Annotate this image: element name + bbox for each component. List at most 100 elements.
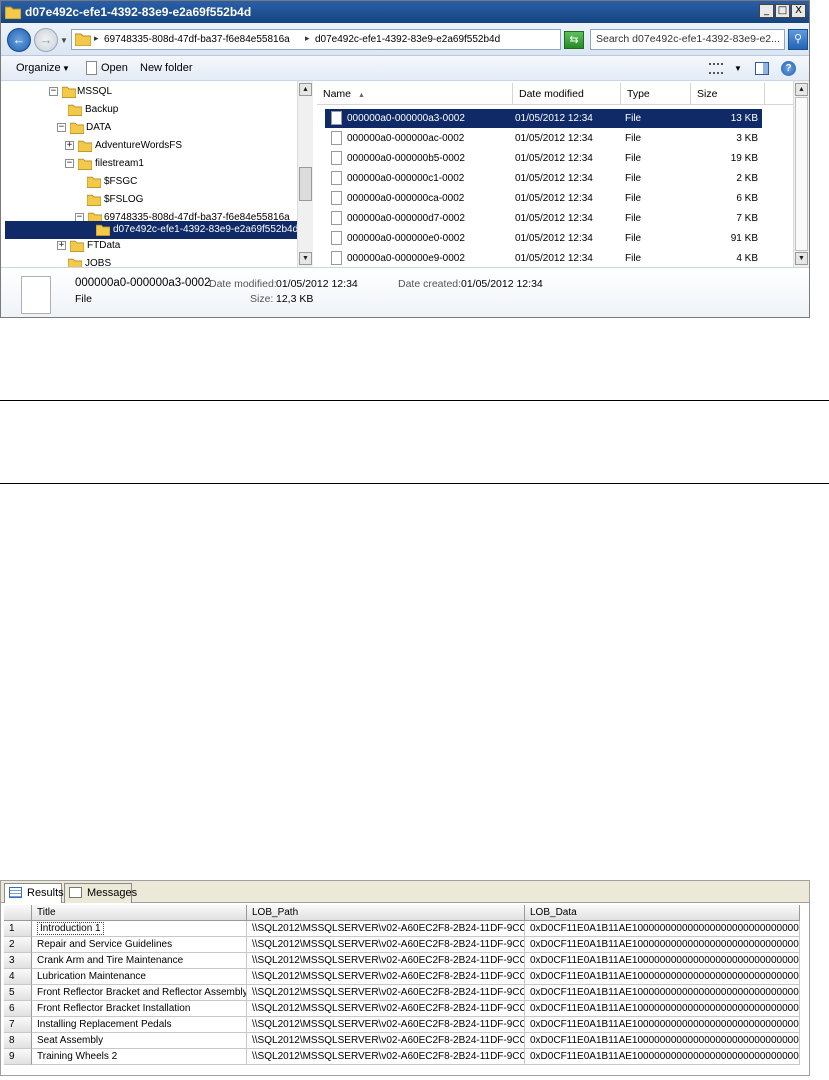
file-row[interactable]: 000000a0-000000ca-0002 01/05/2012 12:34 … (325, 189, 762, 208)
tree-node-fslog[interactable]: $FSLOG (87, 191, 294, 209)
refresh-button[interactable]: ⇆ (564, 31, 584, 49)
tree-node-data[interactable]: − DATA (57, 119, 294, 137)
cell-title[interactable]: Front Reflector Bracket and Reflector As… (32, 985, 247, 1001)
cell-lob-data[interactable]: 0xD0CF11E0A1B11AE10000000000000000000000… (525, 953, 800, 969)
table-row[interactable]: 6 Front Reflector Bracket Installation \… (4, 1001, 800, 1017)
preview-pane-icon[interactable] (755, 62, 769, 75)
cell-lob-data[interactable]: 0xD0CF11E0A1B11AE10000000000000000000000… (525, 1001, 800, 1017)
search-icon[interactable]: ⚲ (788, 29, 808, 50)
row-number[interactable]: 8 (4, 1033, 32, 1049)
row-number[interactable]: 7 (4, 1017, 32, 1033)
column-header-lob-path[interactable]: LOB_Path (247, 905, 525, 921)
cell-lob-path[interactable]: \\SQL2012\MSSQLSERVER\v02-A60EC2F8-2B24-… (247, 953, 525, 969)
address-breadcrumb[interactable]: ▸ 69748335-808d-47df-ba37-f6e84e55816a ▸… (71, 29, 626, 50)
collapse-icon[interactable]: − (65, 159, 74, 168)
file-row[interactable]: 000000a0-000000c1-0002 01/05/2012 12:34 … (325, 169, 762, 188)
column-header-type[interactable]: Type (621, 83, 691, 105)
table-row[interactable]: 1 Introduction 1 \\SQL2012\MSSQLSERVER\v… (4, 921, 800, 937)
cell-lob-path[interactable]: \\SQL2012\MSSQLSERVER\v02-A60EC2F8-2B24-… (247, 1001, 525, 1017)
file-row[interactable]: 000000a0-000000ac-0002 01/05/2012 12:34 … (325, 129, 762, 148)
cell-lob-data[interactable]: 0xD0CF11E0A1B11AE10000000000000000000000… (525, 1049, 800, 1065)
row-number[interactable]: 5 (4, 985, 32, 1001)
breadcrumb-separator-icon[interactable]: ▸ (305, 33, 310, 44)
new-folder-button[interactable]: New folder (140, 62, 193, 74)
cell-title[interactable]: Introduction 1 (32, 921, 247, 937)
expand-icon[interactable]: + (57, 241, 66, 250)
file-row[interactable]: 000000a0-000000e9-0002 01/05/2012 12:34 … (325, 249, 762, 267)
breadcrumb-item[interactable]: d07e492c-efe1-4392-83e9-e2a69f552b4d (315, 34, 500, 45)
scroll-up-icon[interactable]: ▲ (795, 83, 808, 96)
scroll-down-icon[interactable]: ▼ (795, 252, 808, 265)
row-number[interactable]: 1 (4, 921, 32, 937)
scrollbar-thumb[interactable] (795, 97, 808, 251)
cell-lob-data[interactable]: 0xD0CF11E0A1B11AE10000000000000000000000… (525, 985, 800, 1001)
column-header-date[interactable]: Date modified (513, 83, 621, 105)
tab-messages[interactable]: Messages (64, 883, 137, 903)
table-row[interactable]: 5 Front Reflector Bracket and Reflector … (4, 985, 800, 1001)
column-header-lob-data[interactable]: LOB_Data (525, 905, 800, 921)
forward-button[interactable]: → (34, 28, 58, 52)
scrollbar-thumb[interactable] (299, 167, 312, 201)
row-number[interactable]: 9 (4, 1049, 32, 1065)
cell-lob-data[interactable]: 0xD0CF11E0A1B11AE10000000000000000000000… (525, 1033, 800, 1049)
cell-lob-path[interactable]: \\SQL2012\MSSQLSERVER\v02-A60EC2F8-2B24-… (247, 1017, 525, 1033)
file-row[interactable]: 000000a0-000000e0-0002 01/05/2012 12:34 … (325, 229, 762, 248)
cell-title[interactable]: Crank Arm and Tire Maintenance (32, 953, 247, 969)
table-row[interactable]: 8 Seat Assembly \\SQL2012\MSSQLSERVER\v0… (4, 1033, 800, 1049)
file-row[interactable]: 000000a0-000000b5-0002 01/05/2012 12:34 … (325, 149, 762, 168)
breadcrumb-item[interactable]: 69748335-808d-47df-ba37-f6e84e55816a (104, 34, 290, 45)
collapse-icon[interactable]: − (57, 123, 66, 132)
cell-lob-path[interactable]: \\SQL2012\MSSQLSERVER\v02-A60EC2F8-2B24-… (247, 1049, 525, 1065)
maximize-button[interactable]: □ (775, 4, 790, 18)
search-input[interactable]: Search d07e492c-efe1-4392-83e9-e2... (590, 29, 785, 50)
column-header-title[interactable]: Title (32, 905, 247, 921)
cell-lob-path[interactable]: \\SQL2012\MSSQLSERVER\v02-A60EC2F8-2B24-… (247, 985, 525, 1001)
collapse-icon[interactable]: − (49, 87, 58, 96)
table-row[interactable]: 9 Training Wheels 2 \\SQL2012\MSSQLSERVE… (4, 1049, 800, 1065)
cell-lob-path[interactable]: \\SQL2012\MSSQLSERVER\v02-A60EC2F8-2B24-… (247, 969, 525, 985)
back-button[interactable]: ← (7, 28, 31, 52)
change-view-icon[interactable] (709, 63, 723, 74)
row-number[interactable]: 4 (4, 969, 32, 985)
grid-corner[interactable] (4, 905, 32, 921)
tree-node-ftdata[interactable]: + FTData (57, 237, 294, 255)
chevron-down-icon[interactable]: ▼ (734, 64, 742, 73)
column-header-size[interactable]: Size (691, 83, 765, 105)
close-button[interactable]: X (791, 4, 806, 18)
organize-button[interactable]: Organize (16, 62, 61, 74)
file-row[interactable]: 000000a0-000000d7-0002 01/05/2012 12:34 … (325, 209, 762, 228)
scroll-down-icon[interactable]: ▼ (299, 252, 312, 265)
minimize-button[interactable]: _ (759, 4, 774, 18)
cell-lob-data[interactable]: 0xD0CF11E0A1B11AE10000000000000000000000… (525, 1017, 800, 1033)
tree-node-jobs[interactable]: JOBS (68, 255, 294, 267)
table-row[interactable]: 2 Repair and Service Guidelines \\SQL201… (4, 937, 800, 953)
breadcrumb-separator-icon[interactable]: ▸ (94, 33, 99, 44)
cell-title[interactable]: Installing Replacement Pedals (32, 1017, 247, 1033)
tree-node-backup[interactable]: Backup (68, 101, 294, 119)
file-list-scrollbar[interactable]: ▲ ▼ (793, 81, 809, 267)
scroll-up-icon[interactable]: ▲ (299, 83, 312, 96)
row-number[interactable]: 3 (4, 953, 32, 969)
cell-lob-path[interactable]: \\SQL2012\MSSQLSERVER\v02-A60EC2F8-2B24-… (247, 937, 525, 953)
row-number[interactable]: 6 (4, 1001, 32, 1017)
row-number[interactable]: 2 (4, 937, 32, 953)
cell-lob-data[interactable]: 0xD0CF11E0A1B11AE10000000000000000000000… (525, 921, 800, 937)
cell-lob-path[interactable]: \\SQL2012\MSSQLSERVER\v02-A60EC2F8-2B24-… (247, 921, 525, 937)
cell-title[interactable]: Seat Assembly (32, 1033, 247, 1049)
chevron-down-icon[interactable]: ▼ (62, 64, 70, 73)
column-header-name[interactable]: Name ▲ (317, 83, 513, 105)
cell-title[interactable]: Front Reflector Bracket Installation (32, 1001, 247, 1017)
expand-icon[interactable]: + (65, 141, 74, 150)
title-bar[interactable]: d07e492c-efe1-4392-83e9-e2a69f552b4d _ □… (1, 1, 809, 23)
tree-node-mssql[interactable]: − MSSQL (49, 83, 294, 101)
file-row[interactable]: 000000a0-000000a3-0002 01/05/2012 12:34 … (325, 109, 762, 128)
recent-pages-dropdown-icon[interactable]: ▼ (60, 36, 68, 45)
nav-scrollbar[interactable]: ▲ ▼ (297, 81, 313, 267)
tab-results[interactable]: Results (4, 883, 64, 903)
tree-node-fsgc[interactable]: $FSGC (87, 173, 294, 191)
table-row[interactable]: 3 Crank Arm and Tire Maintenance \\SQL20… (4, 953, 800, 969)
table-row[interactable]: 4 Lubrication Maintenance \\SQL2012\MSSQ… (4, 969, 800, 985)
cell-title[interactable]: Repair and Service Guidelines (32, 937, 247, 953)
open-button[interactable]: Open (101, 62, 128, 74)
tree-node-filestream1[interactable]: − filestream1 (65, 155, 294, 173)
